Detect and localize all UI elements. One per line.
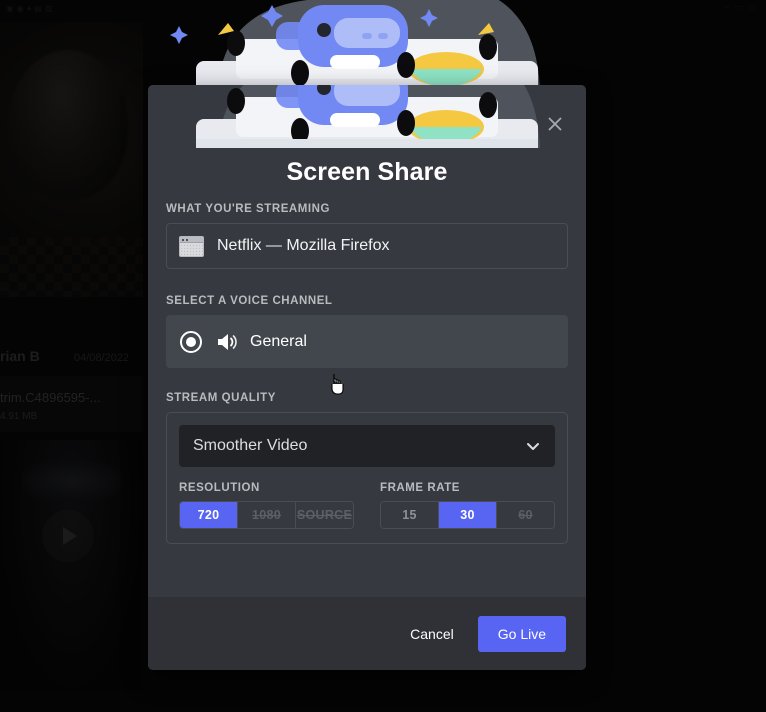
quality-preset-value: Smoother Video bbox=[193, 437, 308, 454]
frame-rate-group: FRAME RATE 15 30 60 bbox=[380, 482, 555, 529]
modal-banner bbox=[148, 85, 586, 148]
radio-selected-icon[interactable] bbox=[180, 330, 202, 353]
frame-rate-option-60: 60 bbox=[497, 502, 554, 528]
resolution-label: RESOLUTION bbox=[179, 482, 260, 494]
frame-rate-option-15[interactable]: 15 bbox=[381, 502, 439, 528]
streaming-section-label: WHAT YOU'RE STREAMING bbox=[166, 203, 330, 215]
speaker-volume-icon bbox=[218, 333, 237, 350]
resolution-option-source: SOURCE bbox=[296, 502, 353, 528]
frame-rate-label: FRAME RATE bbox=[380, 482, 461, 494]
pointer-hand-cursor bbox=[331, 374, 344, 395]
streaming-source-row[interactable]: Netflix — Mozilla Firefox bbox=[166, 223, 568, 269]
resolution-option-720[interactable]: 720 bbox=[180, 502, 238, 528]
voice-channel-section-label: SELECT A VOICE CHANNEL bbox=[166, 295, 333, 307]
modal-body: WHAT YOU'RE STREAMING Netflix — Mozilla … bbox=[148, 203, 586, 544]
frame-rate-segmented-control[interactable]: 15 30 60 bbox=[380, 501, 555, 529]
close-button[interactable] bbox=[538, 107, 572, 141]
voice-channel-name: General bbox=[250, 332, 307, 350]
window-thumbnail-icon bbox=[179, 235, 204, 257]
quality-preset-select[interactable]: Smoother Video bbox=[179, 425, 555, 467]
resolution-group: RESOLUTION 720 1080 SOURCE bbox=[179, 482, 354, 529]
stream-quality-panel: Smoother Video RESOLUTION 720 1080 SOURC… bbox=[166, 412, 568, 544]
screen-share-modal: Screen Share WHAT YOU'RE STREAMING Netfl… bbox=[148, 85, 586, 670]
close-icon bbox=[548, 117, 562, 131]
screen: ▣ ◉ ♦ ▤ ▥ ⌁ ▭ ⊡ rian B 04/08/2022 trim.C… bbox=[0, 0, 766, 712]
stream-quality-section-label: STREAM QUALITY bbox=[166, 392, 276, 404]
resolution-segmented-control[interactable]: 720 1080 SOURCE bbox=[179, 501, 354, 529]
frame-rate-option-30[interactable]: 30 bbox=[439, 502, 497, 528]
streaming-source-name: Netflix — Mozilla Firefox bbox=[217, 237, 390, 254]
chevron-down-icon bbox=[527, 443, 539, 450]
page-title: Screen Share bbox=[286, 158, 448, 186]
go-live-button[interactable]: Go Live bbox=[477, 615, 566, 652]
cancel-button[interactable]: Cancel bbox=[394, 617, 470, 651]
resolution-option-1080: 1080 bbox=[238, 502, 296, 528]
voice-channel-row-general[interactable]: General bbox=[166, 315, 568, 368]
modal-footer: Cancel Go Live bbox=[148, 597, 586, 670]
